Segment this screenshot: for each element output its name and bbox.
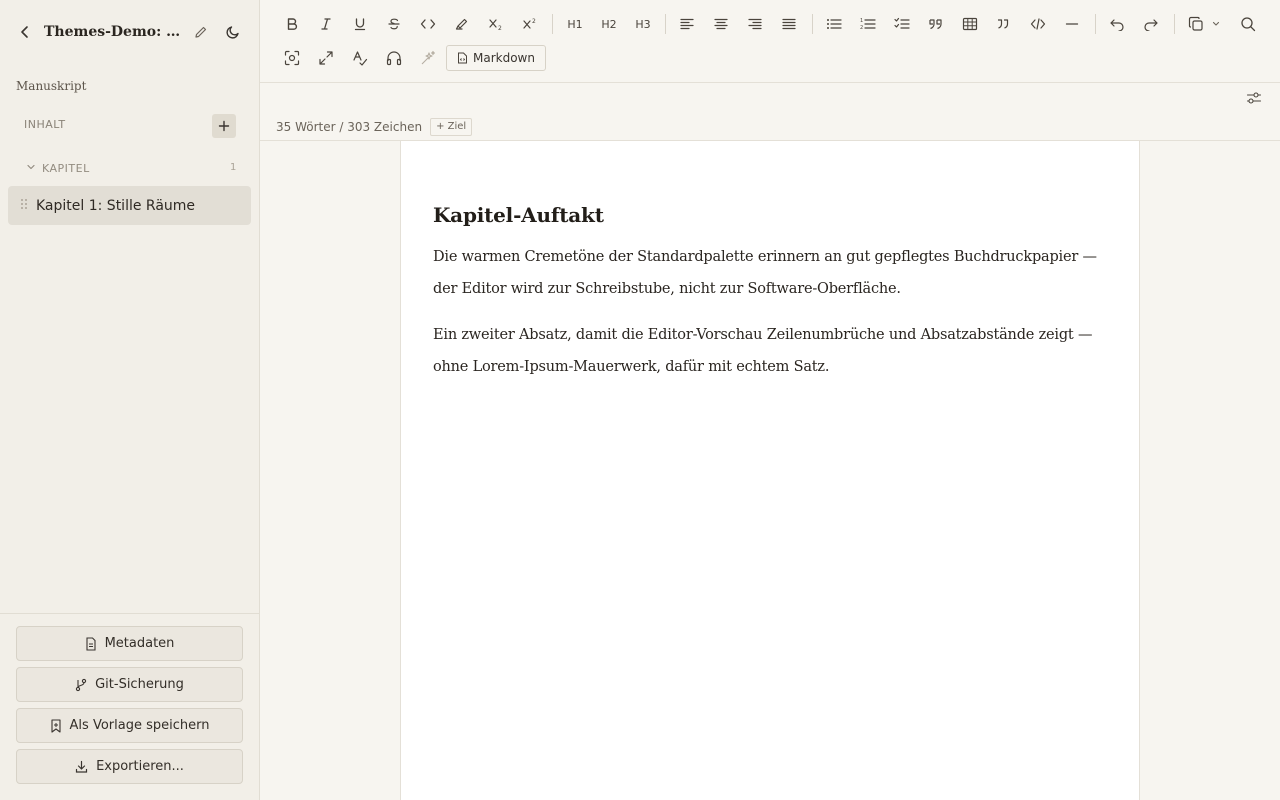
toolbar-divider	[665, 14, 666, 34]
toolbar-divider	[552, 14, 553, 34]
highlighter-icon[interactable]	[448, 10, 476, 38]
document-page[interactable]: Kapitel-Auftakt Die warmen Cremetöne der…	[400, 141, 1140, 800]
download-icon	[75, 760, 88, 773]
inhalt-label: INHALT	[24, 118, 66, 131]
superscript-icon[interactable]: 2	[516, 10, 544, 38]
kapitel-group-label: KAPITEL	[42, 162, 90, 175]
h3-label: H3	[635, 17, 651, 31]
heading-3-button[interactable]: H3	[629, 10, 657, 38]
markdown-button[interactable]: Markdown	[446, 45, 546, 71]
metadata-label: Metadaten	[104, 636, 175, 651]
options-bar	[260, 83, 1280, 113]
spellcheck-icon[interactable]	[346, 44, 374, 72]
back-icon[interactable]	[16, 23, 34, 41]
sidebar-actions	[0, 613, 259, 626]
document-heading[interactable]: Kapitel-Auftakt	[433, 203, 1107, 227]
checklist-icon[interactable]	[888, 10, 916, 38]
kapitel-group-toggle[interactable]: KAPITEL	[26, 162, 90, 175]
heading-2-button[interactable]: H2	[595, 10, 623, 38]
metadata-button[interactable]: Metadaten	[16, 626, 243, 661]
add-chapter-button[interactable]	[212, 114, 236, 138]
editor-area: Kapitel-Auftakt Die warmen Cremetöne der…	[260, 141, 1280, 800]
git-label: Git-Sicherung	[95, 677, 184, 692]
h1-label: H1	[567, 17, 583, 31]
undo-icon[interactable]	[1103, 10, 1131, 38]
kapitel-count: 1	[230, 162, 237, 173]
underline-icon[interactable]	[346, 10, 374, 38]
drag-handle-icon[interactable]	[20, 198, 28, 213]
numbered-list-icon[interactable]: 12	[854, 10, 882, 38]
bookmark-plus-icon	[50, 718, 61, 733]
toolbar-divider	[1174, 14, 1175, 34]
align-justify-icon[interactable]	[775, 10, 803, 38]
document-icon	[86, 636, 96, 651]
sliders-icon[interactable]	[1244, 88, 1264, 108]
toolbar-divider	[812, 14, 813, 34]
strikethrough-icon[interactable]	[380, 10, 408, 38]
status-bar: 35 Wörter / 303 Zeichen + Ziel	[260, 113, 1280, 141]
h2-label: H2	[601, 17, 617, 31]
git-branch-icon	[75, 678, 87, 691]
focus-mode-icon[interactable]	[278, 44, 306, 72]
project-title: Themes-Demo: Warme Creme	[44, 24, 181, 40]
add-goal-button[interactable]: + Ziel	[430, 117, 473, 136]
table-icon[interactable]	[956, 10, 984, 38]
sidebar: Themes-Demo: Warme Creme Manuskript INHA…	[0, 0, 260, 800]
editor-toolbar: 2 2 H1 H2 H3 12 Markdown	[260, 0, 1280, 83]
copy-icon[interactable]	[1182, 10, 1210, 38]
heading-1-button[interactable]: H1	[561, 10, 589, 38]
template-label: Als Vorlage speichern	[69, 718, 210, 733]
markdown-label: Markdown	[473, 51, 535, 65]
align-center-icon[interactable]	[707, 10, 735, 38]
export-label: Exportieren...	[96, 759, 184, 774]
code-block-icon[interactable]	[1024, 10, 1052, 38]
subscript-icon[interactable]: 2	[482, 10, 510, 38]
horizontal-rule-icon[interactable]	[1058, 10, 1086, 38]
save-as-template-button[interactable]: Als Vorlage speichern	[16, 708, 243, 743]
section-title: Manuskript	[16, 79, 87, 93]
footnote-icon[interactable]	[990, 10, 1018, 38]
headphones-icon[interactable]	[380, 44, 408, 72]
copy-options-chevron-icon[interactable]	[1208, 10, 1224, 38]
chevron-down-icon	[26, 162, 36, 175]
bold-icon[interactable]	[278, 10, 306, 38]
edit-pencil-icon[interactable]	[189, 20, 213, 44]
chapter-label: Kapitel 1: Stille Räume	[36, 197, 196, 214]
sidebar-header: Themes-Demo: Warme Creme	[0, 0, 259, 64]
svg-text:2: 2	[532, 18, 536, 25]
code-inline-icon[interactable]	[414, 10, 442, 38]
svg-text:2: 2	[498, 25, 502, 31]
word-count: 35 Wörter / 303 Zeichen	[276, 119, 423, 134]
ai-sparkles-icon[interactable]	[414, 44, 442, 72]
align-right-icon[interactable]	[741, 10, 769, 38]
search-icon[interactable]	[1234, 10, 1262, 38]
paragraph[interactable]: Ein zweiter Absatz, damit die Editor-Vor…	[433, 319, 1107, 383]
bullet-list-icon[interactable]	[820, 10, 848, 38]
git-backup-button[interactable]: Git-Sicherung	[16, 667, 243, 702]
italic-icon[interactable]	[312, 10, 340, 38]
toolbar-divider	[1095, 14, 1096, 34]
svg-text:1: 1	[860, 18, 863, 24]
paragraph[interactable]: Die warmen Cremetöne der Standardpalette…	[433, 241, 1107, 305]
svg-text:2: 2	[860, 25, 863, 31]
redo-icon[interactable]	[1137, 10, 1165, 38]
export-button[interactable]: Exportieren...	[16, 749, 243, 784]
align-left-icon[interactable]	[673, 10, 701, 38]
moon-icon[interactable]	[221, 20, 245, 44]
file-code-icon	[458, 52, 467, 64]
sidebar-item-chapter-1[interactable]: Kapitel 1: Stille Räume	[8, 186, 251, 225]
fullscreen-icon[interactable]	[312, 44, 340, 72]
blockquote-icon[interactable]	[922, 10, 950, 38]
